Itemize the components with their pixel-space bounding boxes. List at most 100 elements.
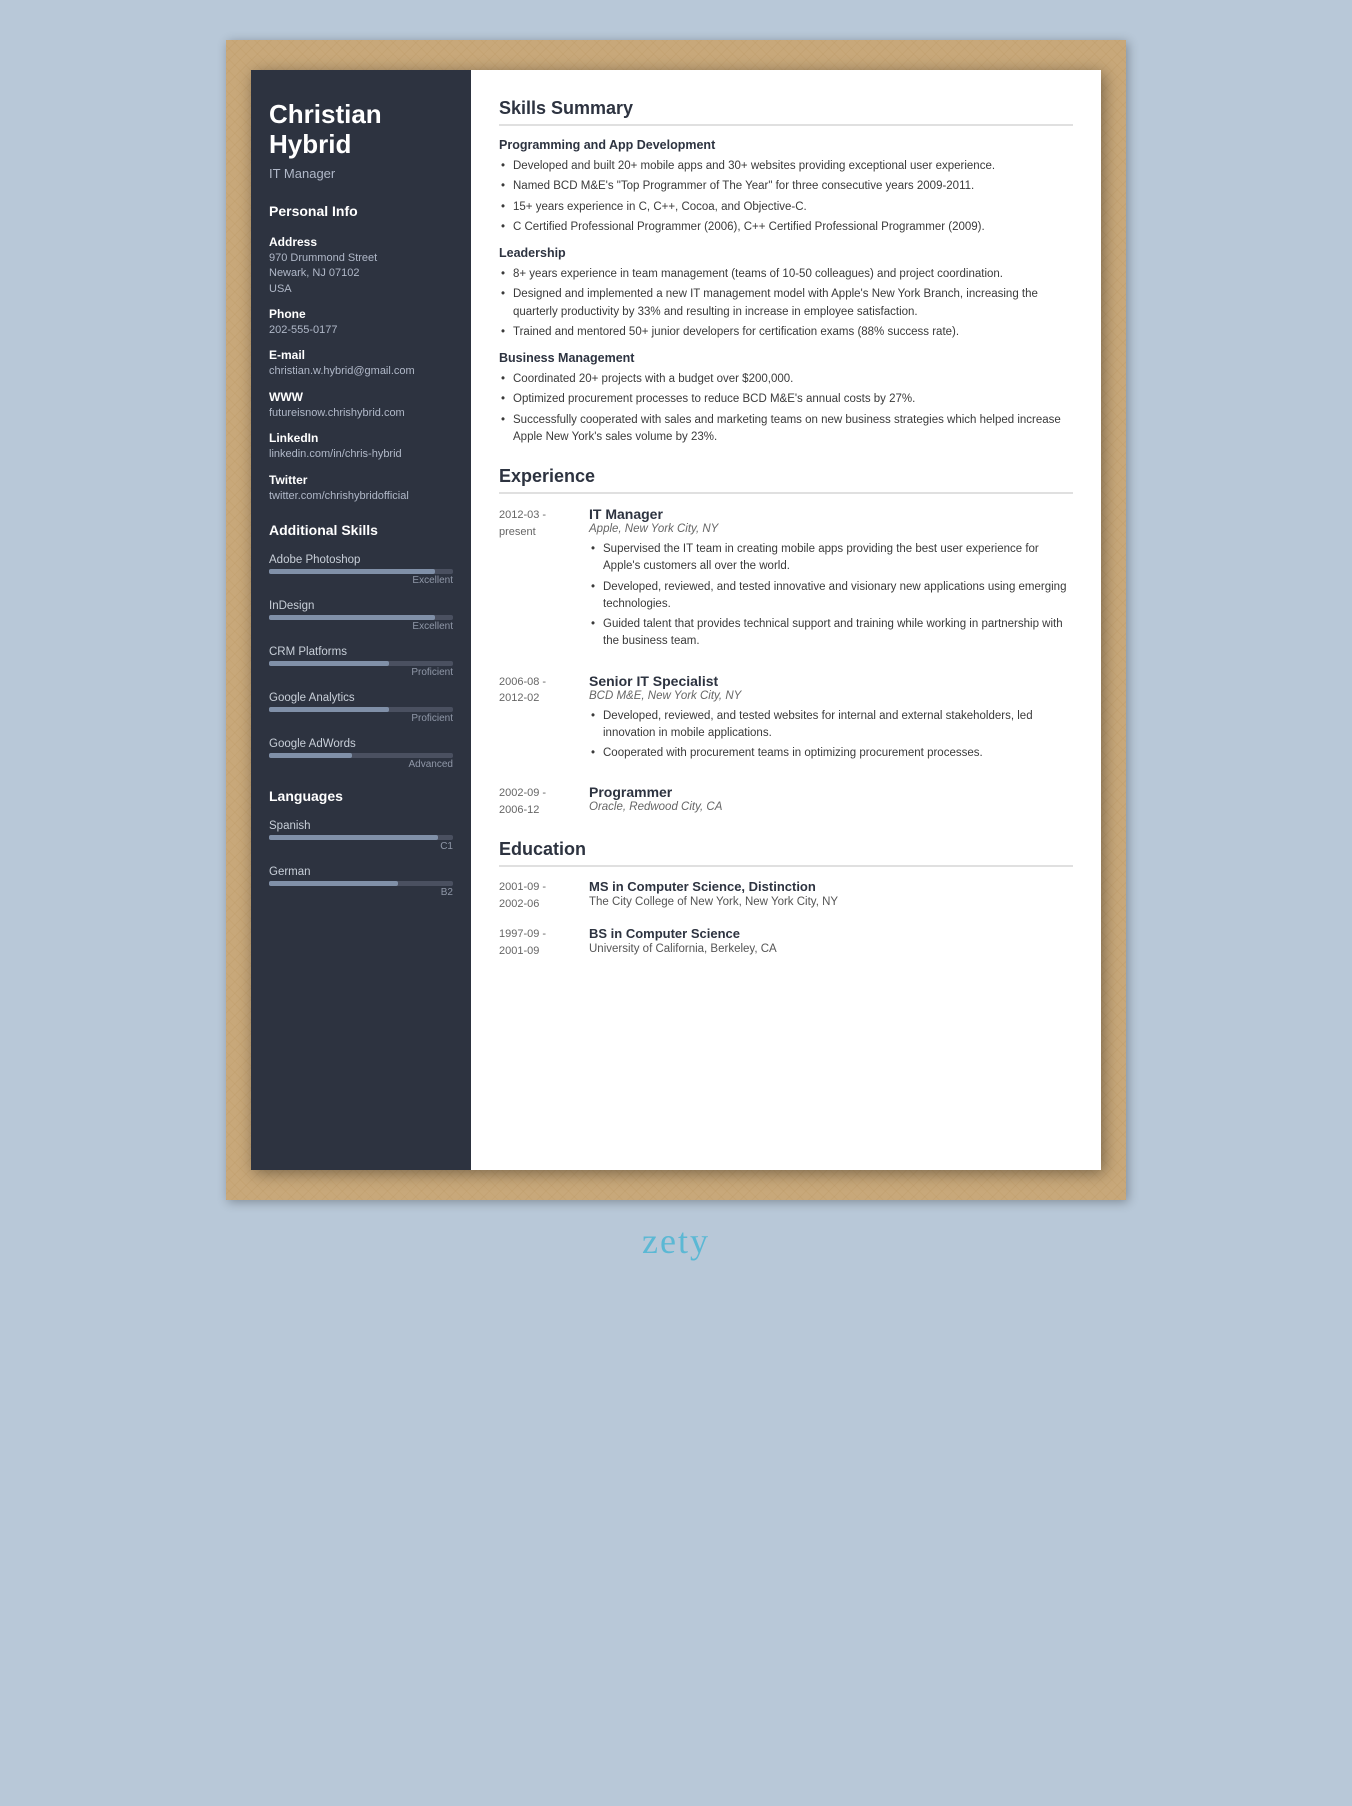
address-label: Address [269,235,453,249]
bullet-item: Optimized procurement processes to reduc… [499,391,1073,408]
linkedin-label: LinkedIn [269,431,453,445]
skills-summary-title: Skills Summary [499,98,1073,126]
bullet-item: Coordinated 20+ projects with a budget o… [499,371,1073,388]
resume-main: Skills Summary Programming and App Devel… [471,70,1101,1170]
exp-company: Oracle, Redwood City, CA [589,801,1073,813]
leadership-section-title: Leadership [499,246,1073,260]
resume-sidebar: Christian Hybrid IT Manager Personal Inf… [251,70,471,1170]
skill-bar-fill [269,661,389,666]
experience-item: 2012-03 -present IT Manager Apple, New Y… [499,506,1073,657]
exp-body: IT Manager Apple, New York City, NY Supe… [589,506,1073,657]
language-bar-bg [269,881,453,886]
exp-date: 2012-03 -present [499,506,589,657]
exp-company: BCD M&E, New York City, NY [589,690,1073,702]
prog-bullets: Developed and built 20+ mobile apps and … [499,158,1073,236]
zety-branding: zety [642,1220,710,1262]
edu-degree: MS in Computer Science, Distinction [589,879,838,894]
phone-value: 202-555-0177 [269,323,453,338]
skill-bar-bg [269,661,453,666]
language-level: B2 [269,887,453,898]
languages-title: Languages [269,788,453,808]
bullet-item: Cooperated with procurement teams in opt… [589,745,1073,762]
experience-list: 2012-03 -present IT Manager Apple, New Y… [499,506,1073,819]
linkedin-value: linkedin.com/in/chris-hybrid [269,447,453,462]
business-bullets: Coordinated 20+ projects with a budget o… [499,371,1073,446]
twitter-label: Twitter [269,473,453,487]
skill-bar-fill [269,753,352,758]
www-label: WWW [269,390,453,404]
bullet-item: 15+ years experience in C, C++, Cocoa, a… [499,199,1073,216]
skill-item: Adobe Photoshop Excellent [269,554,453,586]
bullet-item: Successfully cooperated with sales and m… [499,412,1073,447]
language-item: German B2 [269,866,453,898]
skill-name: CRM Platforms [269,646,453,658]
language-name: German [269,866,453,878]
phone-label: Phone [269,307,453,321]
candidate-title: IT Manager [269,166,453,181]
www-value: futureisnow.chrishybrid.com [269,406,453,421]
twitter-value: twitter.com/chrishybridofficial [269,489,453,504]
candidate-name: Christian Hybrid [269,100,453,160]
exp-company: Apple, New York City, NY [589,523,1073,535]
business-section-title: Business Management [499,351,1073,365]
education-list: 2001-09 -2002-06 MS in Computer Science,… [499,879,1073,959]
skill-level: Proficient [269,713,453,724]
skill-name: Google AdWords [269,738,453,750]
edu-school: University of California, Berkeley, CA [589,943,777,955]
page-wrapper: Christian Hybrid IT Manager Personal Inf… [226,40,1126,1262]
skill-level: Excellent [269,575,453,586]
education-item: 1997-09 -2001-09 BS in Computer Science … [499,926,1073,959]
exp-body: Senior IT Specialist BCD M&E, New York C… [589,673,1073,769]
exp-job-title: Senior IT Specialist [589,673,1073,689]
edu-date: 2001-09 -2002-06 [499,879,589,912]
skill-level: Advanced [269,759,453,770]
bullet-item: Developed, reviewed, and tested websites… [589,708,1073,743]
leadership-bullets: 8+ years experience in team management (… [499,266,1073,341]
skill-item: Google Analytics Proficient [269,692,453,724]
skill-level: Excellent [269,621,453,632]
skill-name: Google Analytics [269,692,453,704]
education-item: 2001-09 -2002-06 MS in Computer Science,… [499,879,1073,912]
bullet-item: C Certified Professional Programmer (200… [499,219,1073,236]
bullet-item: 8+ years experience in team management (… [499,266,1073,283]
skill-bar-fill [269,569,435,574]
skills-summary-section: Skills Summary Programming and App Devel… [499,98,1073,446]
exp-date: 2002-09 -2006-12 [499,784,589,819]
skill-item: InDesign Excellent [269,600,453,632]
bullet-item: Developed, reviewed, and tested innovati… [589,579,1073,614]
skill-bar-fill [269,615,435,620]
resume-container: Christian Hybrid IT Manager Personal Inf… [251,70,1101,1170]
bullet-item: Developed and built 20+ mobile apps and … [499,158,1073,175]
edu-school: The City College of New York, New York C… [589,896,838,908]
language-item: Spanish C1 [269,820,453,852]
skill-bar-bg [269,569,453,574]
skill-bar-bg [269,707,453,712]
bullet-item: Named BCD M&E's "Top Programmer of The Y… [499,178,1073,195]
edu-body: BS in Computer Science University of Cal… [589,926,777,959]
skill-item: CRM Platforms Proficient [269,646,453,678]
email-label: E-mail [269,348,453,362]
prog-section-title: Programming and App Development [499,138,1073,152]
email-value: christian.w.hybrid@gmail.com [269,364,453,379]
languages-list: Spanish C1 German B2 [269,820,453,898]
skill-name: Adobe Photoshop [269,554,453,566]
skill-item: Google AdWords Advanced [269,738,453,770]
skill-level: Proficient [269,667,453,678]
language-bar-fill [269,881,398,886]
experience-title: Experience [499,466,1073,494]
exp-job-title: Programmer [589,784,1073,800]
experience-item: 2006-08 -2012-02 Senior IT Specialist BC… [499,673,1073,769]
skill-bar-fill [269,707,389,712]
skill-bar-bg [269,753,453,758]
experience-section: Experience 2012-03 -present IT Manager A… [499,466,1073,819]
education-section: Education 2001-09 -2002-06 MS in Compute… [499,839,1073,959]
skills-list: Adobe Photoshop Excellent InDesign Excel… [269,554,453,770]
skill-bar-bg [269,615,453,620]
bullet-item: Trained and mentored 50+ junior develope… [499,324,1073,341]
language-bar-bg [269,835,453,840]
exp-job-title: IT Manager [589,506,1073,522]
bullet-item: Designed and implemented a new IT manage… [499,286,1073,321]
personal-info-title: Personal Info [269,203,453,223]
exp-date: 2006-08 -2012-02 [499,673,589,769]
language-bar-fill [269,835,438,840]
